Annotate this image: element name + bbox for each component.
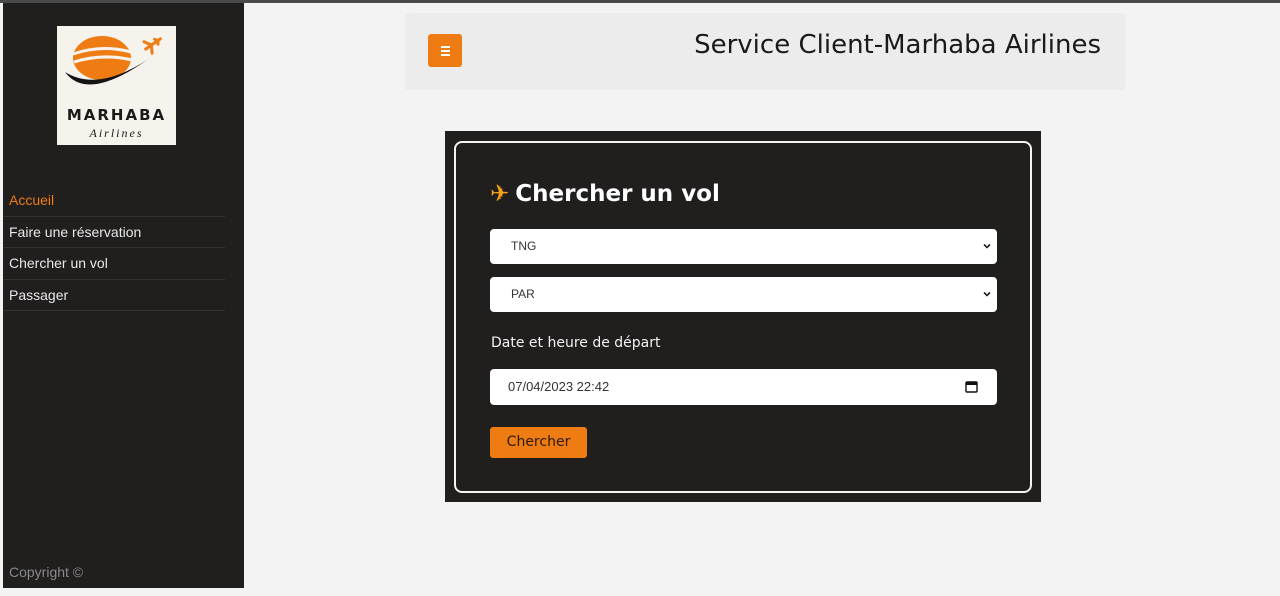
search-flight-button[interactable]: Chercher (490, 427, 587, 458)
sidebar-item-chercher-vol[interactable]: Chercher un vol (3, 248, 225, 280)
sidebar: MARHABA Airlines Accueil Faire une réser… (3, 3, 244, 588)
logo-subtitle: Airlines (89, 126, 144, 140)
airplane-icon: ✈ (490, 181, 510, 207)
menu-toggle-button[interactable] (428, 34, 462, 67)
chevron-down-icon (983, 291, 991, 297)
destination-select[interactable]: PAR (490, 277, 997, 312)
airline-logo-icon (65, 36, 162, 85)
form-title: ✈ Chercher un vol (490, 181, 720, 207)
origin-select-value: TNG (511, 239, 537, 253)
calendar-icon[interactable] (965, 380, 978, 393)
page-title: Service Client-Marhaba Airlines (694, 30, 1101, 60)
copyright-text: Copyright © (9, 564, 84, 580)
departure-datetime-value: 07/04/2023 22:42 (508, 379, 610, 394)
origin-select[interactable]: TNG (490, 229, 997, 264)
logo-name: MARHABA (66, 106, 167, 124)
departure-date-label: Date et heure de départ (491, 335, 661, 351)
destination-select-value: PAR (511, 287, 535, 301)
chevron-down-icon (983, 243, 991, 249)
flight-search-card: ✈ Chercher un vol TNG PAR Date et heure d… (445, 131, 1041, 502)
brand-logo[interactable]: MARHABA Airlines (57, 26, 176, 145)
sidebar-item-accueil[interactable]: Accueil (3, 185, 225, 217)
sidebar-item-passager[interactable]: Passager (3, 280, 225, 311)
flight-search-form: ✈ Chercher un vol TNG PAR Date et heure d… (454, 141, 1032, 493)
page-header: Service Client-Marhaba Airlines (406, 14, 1124, 89)
hamburger-menu-icon (440, 45, 450, 48)
departure-datetime-input[interactable]: 07/04/2023 22:42 (490, 369, 997, 405)
sidebar-nav: Accueil Faire une réservation Chercher u… (3, 185, 225, 311)
form-title-text: Chercher un vol (515, 181, 720, 207)
sidebar-item-faire-reservation[interactable]: Faire une réservation (3, 217, 225, 248)
